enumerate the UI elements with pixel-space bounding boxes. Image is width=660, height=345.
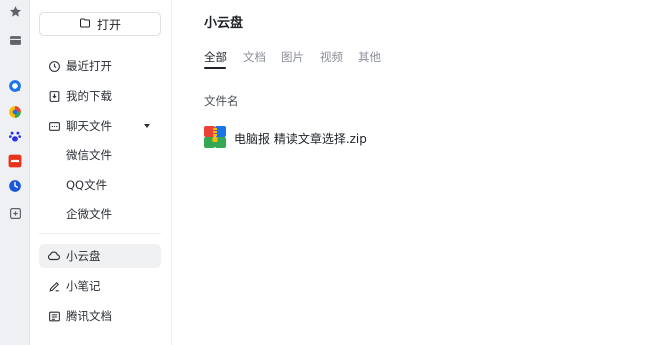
tencent-docs-icon (47, 309, 61, 323)
chevron-down-icon[interactable] (144, 124, 150, 128)
tab-images[interactable]: 图片 (281, 49, 304, 65)
sidebar-item-wechat-files[interactable]: 微信文件 (39, 143, 161, 167)
chat-folder-icon (47, 119, 61, 133)
sidebar-item-label: QQ文件 (66, 178, 108, 192)
sidebar-item-label: 聊天文件 (66, 119, 112, 133)
page-title: 小云盘 (204, 16, 244, 31)
file-name: 电脑报 精读文章选择.zip (234, 132, 367, 146)
sidebar-item-qq-files[interactable]: QQ文件 (39, 173, 161, 197)
sidebar-item-cloud[interactable]: 小云盘 (39, 244, 161, 268)
star-icon[interactable] (7, 3, 23, 19)
tab-documents[interactable]: 文档 (243, 49, 266, 65)
baidu-paw-icon[interactable] (7, 128, 23, 144)
sidebar-item-label: 小笔记 (66, 279, 101, 293)
sidebar-item-label: 腾讯文档 (66, 309, 112, 323)
tab-all[interactable]: 全部 (204, 49, 227, 65)
sidebar-item-label: 我的下载 (66, 89, 112, 103)
tab-other[interactable]: 其他 (358, 49, 381, 65)
sidebar-item-wecom-files[interactable]: 企微文件 (39, 202, 161, 226)
folder-icon[interactable] (7, 32, 23, 48)
main-panel: 小云盘 全部 文档 图片 视频 其他 文件名 电脑报 精读文章选择.zip (173, 0, 660, 345)
sidebar: 打开 最近打开 我的下载 聊天文件 微信文件 QQ文件 企微文件 小云盘 小笔记… (30, 0, 172, 345)
pen-icon (47, 279, 61, 293)
sidebar-item-notes[interactable]: 小笔记 (39, 274, 161, 298)
sidebar-item-label: 企微文件 (66, 207, 112, 221)
open-button[interactable]: 打开 (39, 12, 161, 36)
qq-browser-icon[interactable] (7, 78, 23, 94)
sidebar-item-tencent-docs[interactable]: 腾讯文档 (39, 304, 161, 328)
zip-archive-icon (204, 126, 226, 148)
sidebar-item-label: 最近打开 (66, 59, 112, 73)
folder-open-icon (79, 17, 91, 32)
add-box-icon[interactable] (7, 205, 23, 221)
sidebar-item-downloads[interactable]: 我的下载 (39, 84, 161, 108)
file-row[interactable]: 电脑报 精读文章选择.zip (204, 125, 624, 149)
app-icon-rail (0, 0, 30, 345)
column-header-filename: 文件名 (204, 94, 239, 108)
red-app-icon[interactable] (7, 153, 23, 169)
colorful-app-icon[interactable] (7, 104, 23, 120)
download-icon (47, 89, 61, 103)
clock-icon (47, 59, 61, 73)
cloud-icon (47, 249, 61, 263)
sidebar-item-label: 微信文件 (66, 148, 112, 162)
sidebar-divider (39, 233, 161, 234)
sidebar-item-recent[interactable]: 最近打开 (39, 54, 161, 78)
clock-app-icon[interactable] (7, 178, 23, 194)
open-button-label: 打开 (96, 17, 121, 32)
sidebar-item-chat-files[interactable]: 聊天文件 (39, 114, 161, 138)
tab-videos[interactable]: 视频 (320, 49, 343, 65)
active-tab-indicator (204, 67, 226, 69)
sidebar-item-label: 小云盘 (66, 249, 101, 263)
